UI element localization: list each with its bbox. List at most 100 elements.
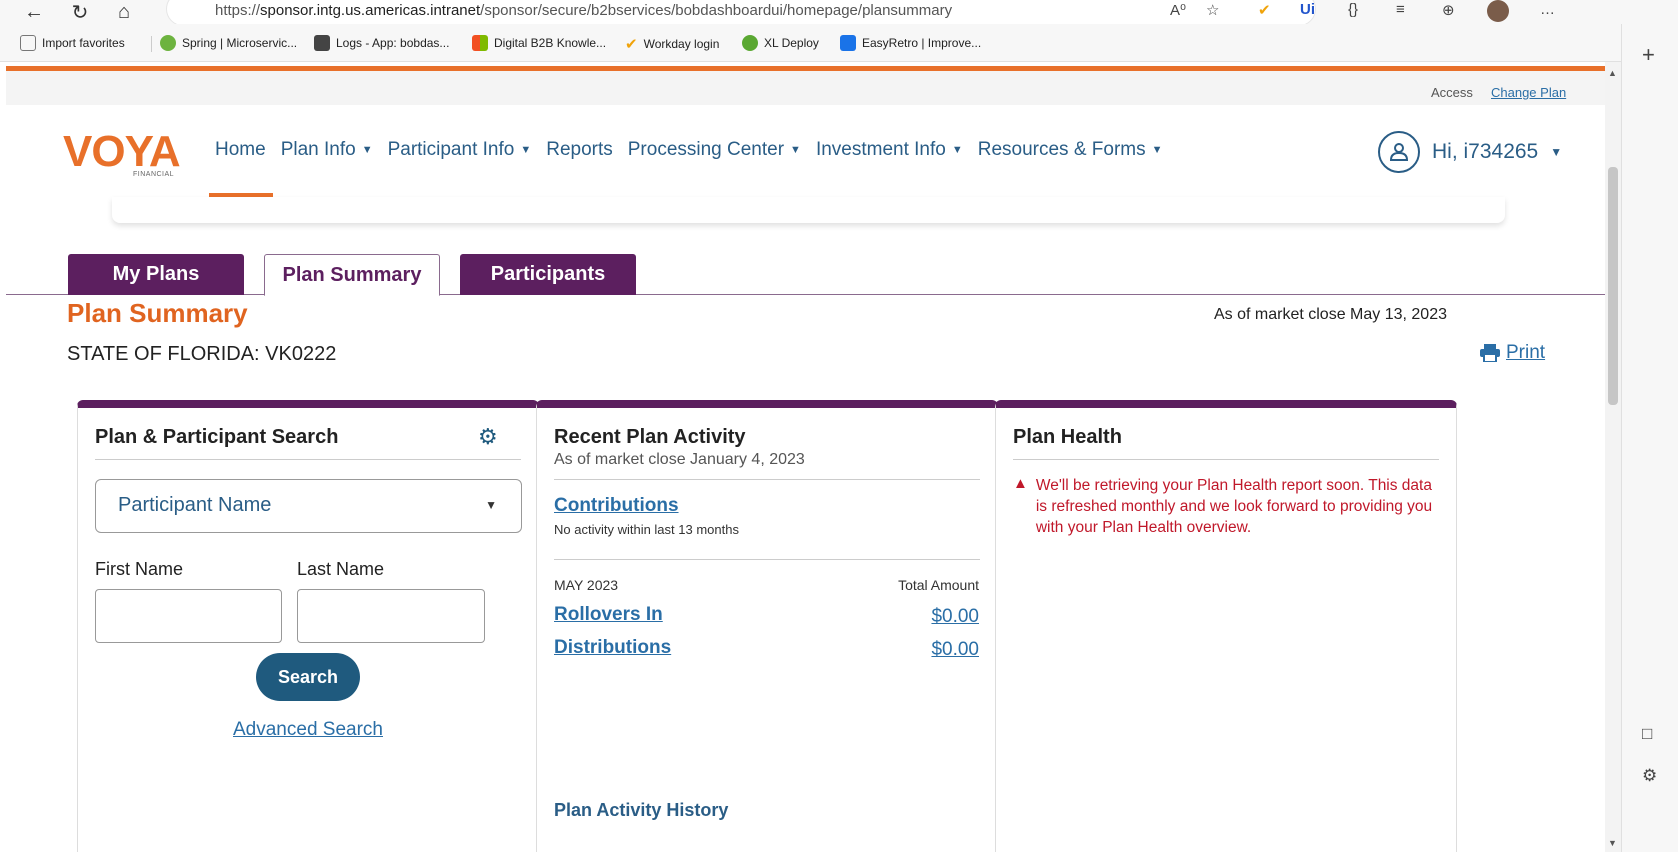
bookmark-spring[interactable]: Spring | Microservic... — [160, 35, 297, 51]
first-name-input[interactable] — [95, 589, 282, 643]
easyretro-icon — [840, 35, 856, 51]
user-menu[interactable]: Hi, i734265 ▼ — [1378, 131, 1562, 173]
search-card: Plan & Participant Search ⚙ Participant … — [77, 400, 539, 852]
total-amount-label: Total Amount — [898, 577, 979, 593]
search-button[interactable]: Search — [256, 653, 360, 701]
home-icon[interactable]: ⌂ — [110, 0, 138, 24]
favorites-bar-icon[interactable]: ≡ — [1396, 1, 1405, 18]
split-screen-icon[interactable]: □ — [1642, 724, 1652, 744]
tab-plan-summary[interactable]: Plan Summary — [264, 254, 440, 296]
url-text[interactable]: https://sponsor.intg.us.americas.intrane… — [215, 2, 952, 19]
nav-processing-center[interactable]: Processing Center ▼ — [628, 139, 801, 161]
tab-participants[interactable]: Participants — [460, 254, 636, 295]
caret-down-icon: ▼ — [520, 144, 532, 156]
rollovers-in-link[interactable]: Rollovers In — [554, 604, 663, 626]
back-icon[interactable]: ← — [20, 0, 48, 24]
extension-ui-icon[interactable]: Ui — [1300, 1, 1315, 18]
plan-health-alert: ▲ We'll be retrieving your Plan Health r… — [1013, 475, 1433, 536]
rollovers-in-amount[interactable]: $0.00 — [931, 606, 979, 628]
nav-plan-info[interactable]: Plan Info ▼ — [281, 139, 373, 161]
nav-resources-forms[interactable]: Resources & Forms ▼ — [978, 139, 1163, 161]
bookmark-logs[interactable]: Logs - App: bobdas... — [314, 35, 449, 51]
warning-icon: ▲ — [1013, 475, 1028, 492]
bookmark-easyretro[interactable]: EasyRetro | Improve... — [840, 35, 981, 51]
caret-down-icon: ▼ — [1151, 144, 1163, 156]
logs-icon — [314, 35, 330, 51]
header-panel — [112, 197, 1505, 223]
last-name-label: Last Name — [297, 559, 385, 579]
bookmark-xl-deploy[interactable]: XL Deploy — [742, 35, 819, 51]
access-label: Access — [1431, 85, 1473, 100]
page-viewport: Access Change Plan VOYA FINANCIAL Home P… — [6, 62, 1605, 852]
profile-avatar[interactable] — [1487, 0, 1509, 22]
distributions-amount[interactable]: $0.00 — [931, 639, 979, 661]
card-divider — [554, 559, 980, 560]
caret-down-icon: ▼ — [790, 144, 801, 156]
card-divider — [1013, 459, 1439, 460]
distributions-link[interactable]: Distributions — [554, 637, 671, 659]
bookmarks-divider — [151, 36, 152, 52]
scroll-up-icon[interactable]: ▲ — [1608, 68, 1617, 78]
favorite-icon[interactable]: ☆ — [1206, 1, 1219, 19]
page-scrollbar[interactable]: ▲ ▼ — [1605, 62, 1621, 852]
caret-down-icon: ▼ — [1550, 145, 1563, 159]
as-of-date: As of market close May 13, 2023 — [1214, 306, 1447, 323]
plan-name: STATE OF FLORIDA: VK0222 — [67, 343, 337, 365]
no-activity-text: No activity within last 13 months — [554, 522, 739, 537]
last-name-input[interactable] — [297, 589, 485, 643]
browser-sidebar: + □ ⚙ — [1621, 24, 1678, 852]
card-divider — [554, 479, 980, 480]
gear-icon[interactable]: ⚙ — [478, 424, 498, 450]
print-button[interactable]: Print — [1480, 342, 1545, 364]
microsoft-icon — [472, 35, 488, 51]
plan-health-card: Plan Health ▲ We'll be retrieving your P… — [995, 400, 1457, 852]
check-icon: ✔ — [625, 36, 638, 53]
site-header: VOYA FINANCIAL Home Plan Info ▼ Participa… — [6, 105, 1605, 197]
printer-icon — [1480, 344, 1500, 362]
month-label: MAY 2023 — [554, 577, 619, 593]
collections-icon[interactable]: ⊕ — [1442, 1, 1455, 19]
more-icon[interactable]: … — [1540, 1, 1555, 18]
bookmark-digital-b2b[interactable]: Digital B2B Knowle... — [472, 35, 606, 51]
search-type-select[interactable]: Participant Name ▼ — [95, 479, 522, 533]
scroll-thumb[interactable] — [1608, 167, 1618, 405]
read-aloud-icon[interactable]: A⁰ — [1170, 1, 1186, 19]
first-name-label: First Name — [95, 559, 184, 579]
spring-icon — [160, 35, 176, 51]
tab-my-plans[interactable]: My Plans — [68, 254, 244, 295]
import-icon — [20, 35, 36, 51]
refresh-icon[interactable]: ↻ — [66, 0, 94, 24]
user-greeting: Hi, i734265 — [1432, 140, 1539, 163]
tabs-divider — [6, 294, 1605, 295]
card-title: Plan Health — [1013, 426, 1122, 448]
card-divider — [95, 459, 521, 460]
caret-down-icon: ▼ — [361, 144, 373, 156]
plan-activity-history-link[interactable]: Plan Activity History — [554, 800, 728, 821]
activity-card: Recent Plan Activity As of market close … — [536, 400, 998, 852]
caret-down-icon: ▼ — [951, 144, 963, 156]
utility-bar: Access Change Plan — [6, 71, 1605, 105]
nav-investment-info[interactable]: Investment Info ▼ — [816, 139, 963, 161]
contributions-link[interactable]: Contributions — [554, 495, 679, 517]
add-icon[interactable]: + — [1642, 42, 1655, 68]
scroll-down-icon[interactable]: ▼ — [1608, 838, 1617, 848]
voya-logo[interactable]: VOYA FINANCIAL — [63, 127, 181, 178]
nav-home[interactable]: Home — [215, 139, 266, 161]
page-title: Plan Summary — [67, 298, 248, 328]
caret-down-icon: ▼ — [485, 498, 497, 512]
main-nav: Home Plan Info ▼ Participant Info ▼ Report… — [215, 139, 1163, 161]
extension-icon[interactable]: ✔ — [1258, 1, 1271, 19]
bookmark-workday[interactable]: ✔ Workday login — [625, 35, 719, 53]
advanced-search-link[interactable]: Advanced Search — [233, 719, 383, 741]
xl-deploy-icon — [742, 35, 758, 51]
extensions-icon[interactable]: {} — [1348, 1, 1358, 18]
nav-participant-info[interactable]: Participant Info ▼ — [388, 139, 532, 161]
nav-reports[interactable]: Reports — [546, 139, 613, 161]
activity-as-of: As of market close January 4, 2023 — [554, 451, 805, 468]
card-title: Plan & Participant Search — [95, 426, 339, 448]
settings-icon[interactable]: ⚙ — [1642, 766, 1657, 786]
bookmarks-bar: Import favorites Spring | Microservic...… — [0, 24, 1678, 62]
change-plan-link[interactable]: Change Plan — [1491, 85, 1566, 100]
bookmark-import-favorites[interactable]: Import favorites — [20, 35, 125, 51]
card-title: Recent Plan Activity — [554, 426, 746, 448]
